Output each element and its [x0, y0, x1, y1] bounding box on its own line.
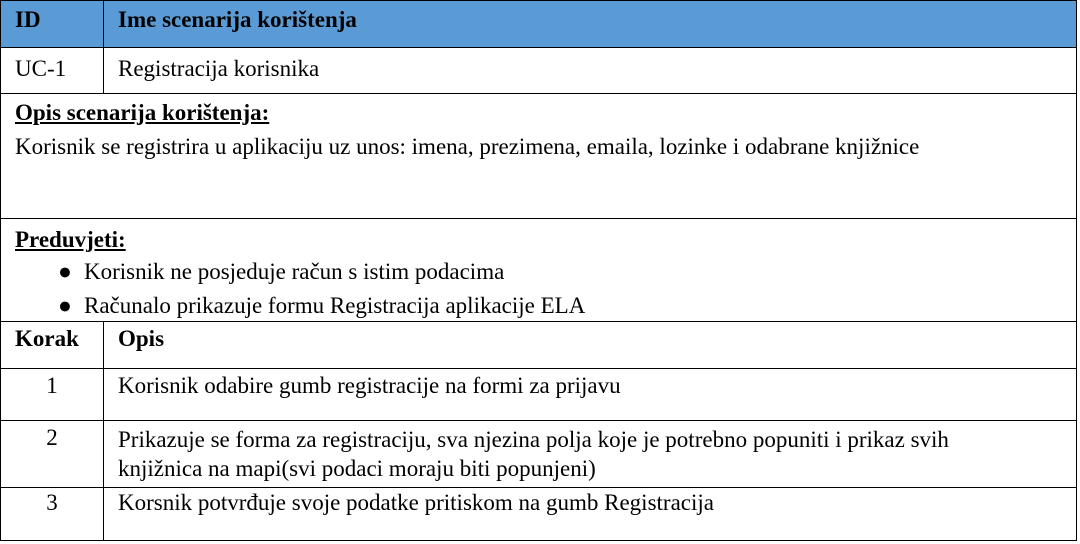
table-row: 3 Korsnik potvrđuje svoje podatke pritis… — [0, 487, 1077, 541]
preconditions-title: Preduvjeti: — [15, 227, 126, 252]
id-header: ID — [1, 1, 104, 47]
bullet-icon: ● — [58, 259, 72, 284]
table-header-row: ID Ime scenarija korištenja — [0, 0, 1077, 47]
step-description: Korisnik odabire gumb registracije na fo… — [118, 373, 621, 398]
use-case-name: Registracija korisnika — [118, 56, 320, 81]
preconditions-cell: Preduvjeti: ● Korisnik ne posjeduje račun… — [1, 219, 1076, 321]
step-description: Prikazuje se forma za registraciju, sva … — [118, 427, 949, 481]
step-description: Korsnik potvrđuje svoje podatke pritisko… — [118, 490, 714, 515]
list-item: ● Računalo prikazuje formu Registracija a… — [1, 289, 1076, 323]
description-title: Opis scenarija korištenja: — [15, 100, 270, 125]
table-row: 2 Prikazuje se forma za registraciju, sv… — [0, 420, 1077, 487]
description-text: Korisnik se registrira u aplikaciju uz u… — [15, 134, 920, 159]
step-number: 3 — [1, 488, 104, 540]
step-number: 2 — [1, 421, 104, 487]
table-row: 1 Korisnik odabire gumb registracije na … — [0, 368, 1077, 420]
precondition-text: Računalo prikazuje formu Registracija ap… — [84, 293, 586, 318]
step-number: 1 — [1, 369, 104, 420]
use-case-id: UC-1 — [1, 48, 104, 93]
list-item: ● Korisnik ne posjeduje račun s istim pod… — [1, 255, 1076, 289]
description-section: Opis scenarija korištenja: Korisnik se r… — [0, 93, 1077, 218]
precondition-text: Korisnik ne posjeduje račun s istim poda… — [84, 259, 505, 284]
preconditions-list: ● Korisnik ne posjeduje račun s istim pod… — [1, 255, 1076, 323]
bullet-icon: ● — [58, 293, 72, 318]
step-number-header: Korak — [1, 322, 104, 368]
description-cell: Opis scenarija korištenja: Korisnik se r… — [1, 94, 1076, 218]
use-case-row: UC-1 Registracija korisnika — [0, 47, 1077, 93]
name-header: Ime scenarija korištenja — [118, 7, 357, 32]
step-description-header: Opis — [118, 326, 165, 351]
steps-header-row: Korak Opis — [0, 321, 1077, 368]
use-case-table: ID Ime scenarija korištenja UC-1 Registr… — [0, 0, 1080, 544]
preconditions-section: Preduvjeti: ● Korisnik ne posjeduje račun… — [0, 218, 1077, 321]
